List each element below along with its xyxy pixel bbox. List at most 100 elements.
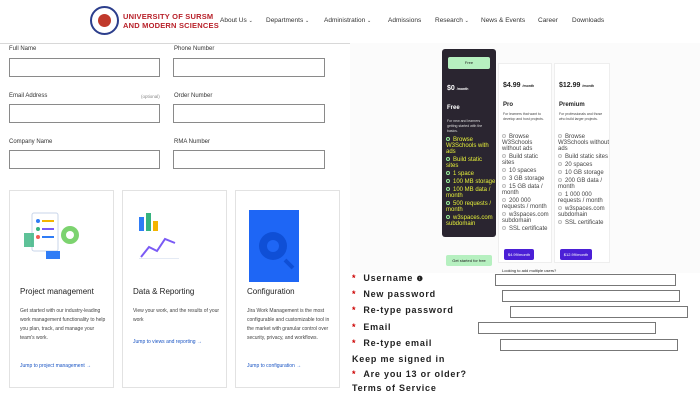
check-icon xyxy=(502,176,506,181)
check-icon xyxy=(558,220,562,225)
check-icon xyxy=(558,162,562,167)
multiple-users-link[interactable]: Looking to add multiple users? xyxy=(502,268,556,273)
jump-to-views-and-reporting-link[interactable]: Jump to views and reporting → xyxy=(133,339,202,345)
check-icon xyxy=(502,198,506,203)
nav-downloads[interactable]: Downloads xyxy=(572,17,604,24)
plan-feature: Browse W3Schools with ads xyxy=(446,137,489,155)
optional-hint: (optional) xyxy=(141,94,160,99)
logo-title-line2[interactable]: AND MODERN SCIENCES xyxy=(123,21,219,30)
check-icon xyxy=(502,184,506,189)
plan-price: $4.99 /month xyxy=(503,82,535,89)
get-started-free-button[interactable]: Get started for free xyxy=(446,255,492,266)
plan-feature: 200 GB data / month xyxy=(558,178,603,190)
retype-password-label: * Re-type password xyxy=(352,305,454,315)
new-password-input[interactable] xyxy=(502,290,680,302)
check-icon xyxy=(502,134,506,139)
university-logo-icon[interactable] xyxy=(90,6,119,35)
check-icon xyxy=(446,171,450,176)
required-icon: * xyxy=(352,338,357,348)
email-address-field[interactable] xyxy=(9,104,160,123)
plan-feature: 100 MB storage xyxy=(446,179,496,185)
phone-number-field[interactable] xyxy=(173,58,325,77)
plan-feature-list: Browse W3Schools without ads Build stati… xyxy=(502,134,552,232)
plan-feature: Build static sites xyxy=(502,154,539,166)
required-icon: * xyxy=(352,322,357,332)
email-input[interactable] xyxy=(478,322,656,334)
full-name-field[interactable] xyxy=(9,58,160,77)
check-icon xyxy=(558,170,562,175)
check-icon xyxy=(502,212,506,217)
site-header: UNIVERSITY OF SURSM AND MODERN SCIENCES … xyxy=(0,0,700,44)
rma-number-field[interactable] xyxy=(173,150,325,169)
jump-to-project-management-link[interactable]: Jump to project management → xyxy=(20,363,91,369)
free-tab-button[interactable]: Free xyxy=(448,57,490,69)
check-icon xyxy=(446,215,450,220)
card-description: Get started with our industry-leading wo… xyxy=(20,308,106,341)
info-icon: ❶ xyxy=(416,276,424,283)
nav-admissions[interactable]: Admissions xyxy=(388,17,421,24)
plan-card-premium: $12.99 /month Premium For professionals … xyxy=(554,63,610,263)
username-label: * Username ❶ xyxy=(352,273,424,283)
card-description: Jira Work Management is the most configu… xyxy=(247,308,330,341)
email-address-label: Email Address xyxy=(9,93,48,99)
data-reporting-illustration-icon xyxy=(139,213,179,259)
retype-email-label: * Re-type email xyxy=(352,338,433,348)
jump-to-configuration-link[interactable]: Jump to configuration → xyxy=(247,363,301,369)
plan-name: Free xyxy=(447,105,460,111)
company-name-field[interactable] xyxy=(9,150,160,169)
plan-card-free: Free $0 /month Free For new and learners… xyxy=(442,49,496,237)
nav-research[interactable]: Research ⌄ xyxy=(435,17,469,24)
new-password-label: * New password xyxy=(352,289,436,299)
plan-name: Pro xyxy=(503,102,514,108)
nav-career[interactable]: Career xyxy=(538,17,558,24)
card-data-reporting: Data & Reporting View your work, and the… xyxy=(122,190,227,388)
check-icon xyxy=(502,168,506,173)
plan-card-pro: $4.99 /month Pro For learners that want … xyxy=(498,63,552,263)
check-icon xyxy=(446,187,450,192)
nav-about-us[interactable]: About Us ⌄ xyxy=(220,17,253,24)
plan-feature: 20 spaces xyxy=(558,162,610,168)
plan-feature: Build static sites xyxy=(446,157,483,169)
plan-feature: Browse W3Schools without ads xyxy=(558,134,610,152)
nav-news-events[interactable]: News & Events xyxy=(481,17,525,24)
plan-feature: 3 GB storage xyxy=(502,176,552,182)
retype-email-input[interactable] xyxy=(500,339,678,351)
card-title: Configuration xyxy=(247,287,295,296)
card-configuration: Configuration Jira Work Management is th… xyxy=(235,190,340,388)
buy-premium-button[interactable]: $12.99/month xyxy=(560,249,592,260)
plan-feature: Build static sites xyxy=(558,154,610,160)
plan-description: For learners that want to develop and ho… xyxy=(503,112,544,121)
username-input[interactable] xyxy=(495,274,676,286)
required-icon: * xyxy=(352,273,357,283)
logo-title-line1[interactable]: UNIVERSITY OF SURSM xyxy=(123,12,213,21)
buy-pro-button[interactable]: $4.99/month xyxy=(504,249,534,260)
nav-departments[interactable]: Departments ⌄ xyxy=(266,17,309,24)
nav-administration[interactable]: Administration ⌄ xyxy=(324,17,371,24)
project-management-illustration-icon xyxy=(24,212,79,259)
plan-feature: 100 MB data / month xyxy=(446,187,491,199)
rma-number-label: RMA Number xyxy=(174,139,211,145)
check-icon xyxy=(502,154,506,159)
required-icon: * xyxy=(352,305,357,315)
email-label: * Email xyxy=(352,322,392,332)
check-icon xyxy=(446,179,450,184)
plan-feature: SSL certificate xyxy=(558,220,610,226)
card-title: Data & Reporting xyxy=(133,287,195,296)
terms-of-service-link[interactable]: Terms of Service xyxy=(352,383,437,393)
phone-number-label: Phone Number xyxy=(174,46,215,52)
keep-signed-in-label[interactable]: Keep me signed in xyxy=(352,354,445,364)
plan-description: For professionals and those who build la… xyxy=(559,112,603,121)
plan-feature: Browse W3Schools without ads xyxy=(502,134,533,152)
plan-feature: 500 requests / month xyxy=(446,201,492,213)
retype-password-input[interactable] xyxy=(510,306,688,318)
order-number-label: Order Number xyxy=(174,93,213,99)
check-icon xyxy=(558,154,562,159)
plan-feature: 10 spaces xyxy=(502,168,552,174)
required-icon: * xyxy=(352,289,357,299)
age-question-label[interactable]: * Are you 13 or older? xyxy=(352,369,467,379)
chevron-down-icon: ⌄ xyxy=(367,18,372,24)
check-icon xyxy=(558,178,562,183)
company-name-label: Company Name xyxy=(9,139,53,145)
plan-feature: w3spaces.com subdomain xyxy=(446,215,493,227)
order-number-field[interactable] xyxy=(173,104,325,123)
